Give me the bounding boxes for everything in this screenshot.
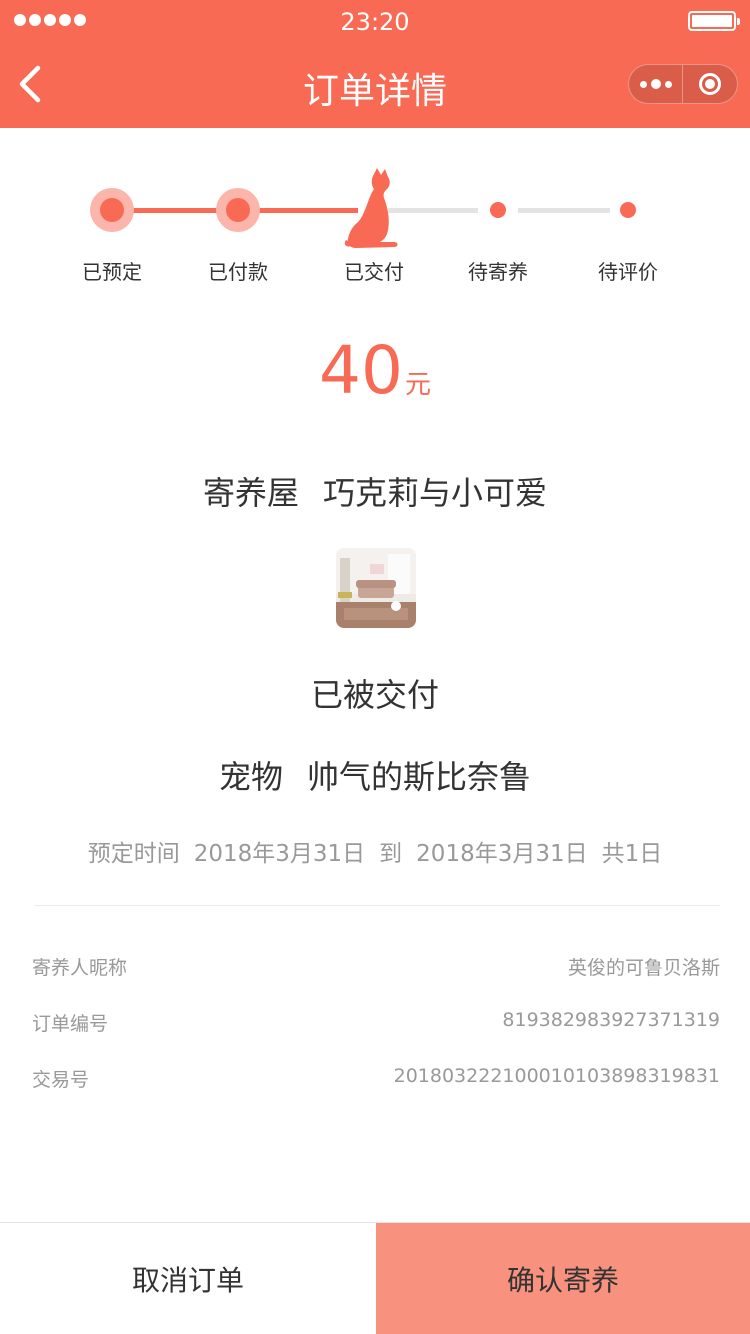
mini-program-capsule <box>628 64 738 104</box>
confirm-foster-button[interactable]: 确认寄养 <box>376 1223 750 1334</box>
step-label-to-foster: 待寄养 <box>468 260 528 284</box>
step-dot-done <box>90 188 134 232</box>
price-unit: 元 <box>404 370 431 400</box>
step-dot-todo <box>490 202 506 218</box>
detail-key: 交易号 <box>32 1069 90 1091</box>
battery-icon <box>688 11 740 31</box>
detail-value: 英俊的可鲁贝洛斯 <box>567 957 720 979</box>
detail-key: 寄养人昵称 <box>32 957 128 979</box>
detail-key: 订单编号 <box>32 1013 109 1035</box>
foster-home: 寄养屋 巧克莉与小可爱 <box>0 468 750 514</box>
progress-line <box>518 208 610 213</box>
cancel-order-button[interactable]: 取消订单 <box>0 1223 376 1334</box>
target-icon <box>699 73 721 95</box>
close-mini-program-button[interactable] <box>683 65 737 103</box>
pet-info: 宠物 帅气的斯比奈鲁 <box>0 752 750 798</box>
order-progress: 已预定 已付款 已交付 待寄养 待评价 <box>0 160 750 290</box>
action-bar: 取消订单 确认寄养 <box>0 1222 750 1334</box>
room-photo-image <box>336 548 416 628</box>
detail-row-nickname: 寄养人昵称 英俊的可鲁贝洛斯 <box>32 953 720 993</box>
progress-line <box>388 208 478 213</box>
foster-home-name: 巧克莉与小可爱 <box>323 474 548 512</box>
step-label-booked: 已预定 <box>82 260 142 284</box>
booking-to: 到 <box>379 841 403 867</box>
order-status: 已被交付 <box>310 676 439 714</box>
detail-value: 819382983927371319 <box>502 1009 720 1031</box>
foster-home-label: 寄养屋 <box>202 474 299 512</box>
foster-home-photo[interactable] <box>336 548 416 628</box>
cat-icon <box>344 168 398 248</box>
booking-label: 预定时间 <box>87 841 180 867</box>
top-bar: 23:20 订单详情 <box>0 0 750 128</box>
step-label-paid: 已付款 <box>208 260 268 284</box>
order-detail-page: 23:20 订单详情 已预定 已付款 已交付 待寄养 待评价 40元 寄养屋 巧… <box>0 0 750 1334</box>
booking-end: 2018年3月31日 <box>416 841 588 867</box>
divider <box>34 905 720 906</box>
price-amount: 40 <box>319 332 403 409</box>
booking-start: 2018年3月31日 <box>193 841 366 867</box>
step-dot-todo <box>620 202 636 218</box>
step-label-delivered: 已交付 <box>344 260 404 284</box>
status-time: 23:20 <box>340 8 410 36</box>
status-bar: 23:20 <box>0 0 750 44</box>
booking-period: 预定时间 2018年3月31日到 2018年3月31日 共1日 <box>0 834 750 868</box>
detail-value: 2018032221000101038983198​31 <box>393 1065 720 1087</box>
detail-row-transaction-number: 交易号 2018032221000101038983198​31 <box>32 1065 720 1105</box>
step-label-to-review: 待评价 <box>598 260 658 284</box>
order-price: 40元 <box>0 332 750 409</box>
pet-label: 宠物 <box>218 758 283 796</box>
booking-total: 共1日 <box>601 841 663 867</box>
more-dots-icon <box>639 80 647 88</box>
step-dot-done <box>216 188 260 232</box>
more-button[interactable] <box>629 65 684 103</box>
detail-row-order-number: 订单编号 819382983927371319 <box>32 1009 720 1049</box>
pet-name: 帅气的斯比奈鲁 <box>307 758 532 796</box>
